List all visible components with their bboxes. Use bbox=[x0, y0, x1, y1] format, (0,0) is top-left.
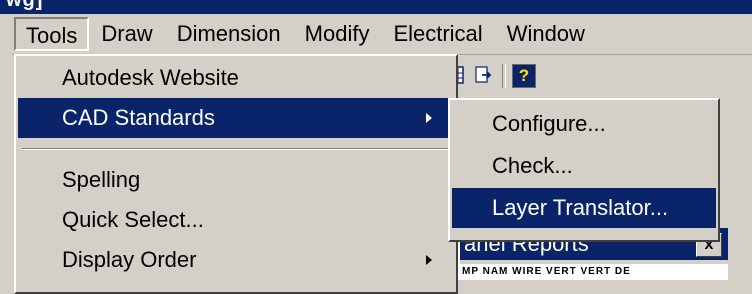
menu-item-spelling[interactable]: Spelling bbox=[18, 160, 454, 200]
submenu-arrow-icon bbox=[426, 255, 432, 265]
menu-tools[interactable]: Tools bbox=[14, 17, 90, 51]
submenu-item-label: Check... bbox=[492, 153, 573, 178]
submenu-item-label: Configure... bbox=[492, 111, 606, 136]
menu-item-display-order[interactable]: Display Order bbox=[18, 240, 454, 280]
menu-draw[interactable]: Draw bbox=[89, 17, 164, 51]
menu-window[interactable]: Window bbox=[495, 17, 597, 51]
cad-standards-submenu: Configure... Check... Layer Translator..… bbox=[448, 98, 720, 242]
tools-menu-dropdown: Autodesk Website CAD Standards Spelling … bbox=[14, 54, 458, 294]
menu-item-cad-standards[interactable]: CAD Standards bbox=[18, 98, 454, 138]
workspace-edge bbox=[0, 54, 12, 280]
menu-dimension[interactable]: Dimension bbox=[165, 17, 293, 51]
menu-bar: Tools Draw Dimension Modify Electrical W… bbox=[0, 14, 752, 55]
menu-item-label: Quick Select... bbox=[62, 207, 204, 232]
panel-column-headers: MP NAM WIRE VERT VERT DE bbox=[460, 264, 728, 280]
submenu-item-label: Layer Translator... bbox=[492, 195, 669, 220]
window-title: wg] bbox=[6, 0, 44, 11]
document-export-icon[interactable] bbox=[472, 64, 494, 86]
menu-modify[interactable]: Modify bbox=[293, 17, 382, 51]
submenu-item-check[interactable]: Check... bbox=[452, 146, 716, 186]
background-toolbar: ? bbox=[440, 56, 600, 96]
menu-electrical[interactable]: Electrical bbox=[381, 17, 494, 51]
menu-item-label: CAD Standards bbox=[62, 105, 215, 130]
window-title-bar: wg] bbox=[0, 0, 752, 14]
menu-item-label: Spelling bbox=[62, 167, 141, 192]
submenu-arrow-icon bbox=[426, 113, 432, 123]
menu-item-label: Display Order bbox=[62, 247, 197, 272]
submenu-item-configure[interactable]: Configure... bbox=[452, 104, 716, 144]
menu-separator bbox=[22, 148, 448, 150]
menu-item-autodesk-website[interactable]: Autodesk Website bbox=[18, 58, 454, 98]
submenu-item-layer-translator[interactable]: Layer Translator... bbox=[452, 188, 716, 228]
toolbar-separator bbox=[502, 64, 506, 88]
menu-item-quick-select[interactable]: Quick Select... bbox=[18, 200, 454, 240]
help-icon[interactable]: ? bbox=[512, 64, 536, 88]
menu-item-label: Autodesk Website bbox=[62, 65, 239, 90]
